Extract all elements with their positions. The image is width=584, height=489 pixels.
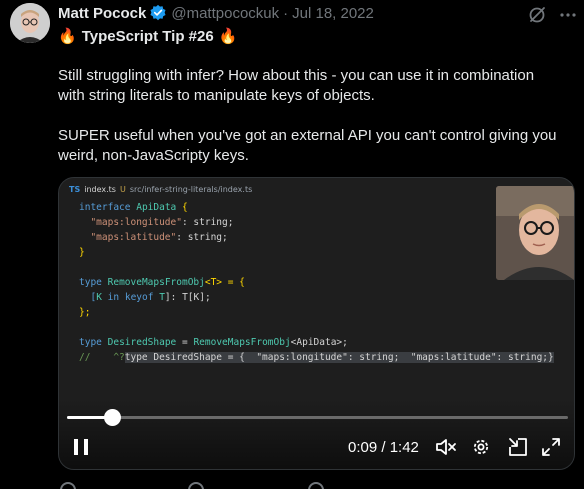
grok-icon[interactable]: [527, 5, 547, 25]
separator-dot: ·: [283, 4, 289, 22]
code-line: "maps:latitude": string;: [79, 230, 554, 245]
code-token: : string;: [181, 217, 234, 228]
code-line: // ^?type DesiredShape = { "maps:longitu…: [79, 350, 554, 365]
video-player[interactable]: TS index.ts U src/infer-string-literals/…: [58, 177, 575, 470]
code-token: RemoveMapsFromObj: [193, 337, 291, 348]
code-block: interface ApiData { "maps:longitude": st…: [79, 200, 554, 365]
code-token: K: [96, 292, 102, 303]
code-line: };: [79, 305, 554, 320]
editor-tab: TS index.ts U src/infer-string-literals/…: [69, 185, 252, 194]
code-line: "maps:longitude": string;: [79, 215, 554, 230]
code-line: type DesiredShape = RemoveMapsFromObj<Ap…: [79, 335, 554, 350]
code-token: "maps:longitude": [90, 217, 182, 228]
code-token: };: [79, 307, 91, 318]
ts-file-icon: TS: [69, 185, 81, 194]
code-token: interface: [79, 202, 131, 213]
tweet[interactable]: Matt Pocock @mattpocockuk · Jul 18, 2022…: [0, 0, 584, 489]
fullscreen-button[interactable]: [541, 436, 561, 458]
editor-tab-path: src/infer-string-literals/index.ts: [129, 185, 253, 194]
editor-tab-status: U: [119, 185, 126, 194]
code-token: type: [79, 337, 102, 348]
code-token: }: [79, 247, 85, 258]
editor-tab-filename: index.ts: [84, 185, 116, 194]
code-token: =: [176, 337, 194, 348]
paragraph-1-line-2: with string literals to manipulate keys …: [58, 87, 375, 104]
code-token: // ^?: [79, 352, 125, 363]
tweet-header: Matt Pocock @mattpocockuk · Jul 18, 2022: [58, 3, 374, 23]
tweet-actions: [58, 482, 558, 489]
paragraph-2-line-2: weird, non-JavaScripty keys.: [58, 147, 249, 164]
code-token: RemoveMapsFromObj: [107, 277, 205, 288]
retweet-icon[interactable]: [188, 482, 204, 489]
code-token: in: [107, 292, 120, 303]
video-time: 0:09 / 1:42: [348, 438, 419, 456]
paragraph-1-line-1: Still struggling with infer? How about t…: [58, 67, 535, 84]
code-token: ]: T[K];: [164, 292, 211, 303]
picture-in-picture-icon: [509, 438, 527, 456]
code-line: [K in keyof T]: T[K];: [79, 290, 554, 305]
like-icon[interactable]: [308, 482, 324, 489]
code-token: <ApiData>;: [290, 337, 348, 348]
tweet-date[interactable]: Jul 18, 2022: [292, 5, 374, 22]
code-hover-text: type DesiredShape = { "maps:longitude": …: [124, 352, 554, 363]
video-controls-shade: [59, 399, 574, 469]
title-text: TypeScript Tip #26: [81, 27, 214, 45]
code-token: DesiredShape: [107, 337, 177, 348]
code-token: ApiData: [136, 202, 177, 213]
gear-icon: [473, 439, 489, 455]
code-line: type RemoveMapsFromObj<T> = {: [79, 275, 554, 290]
fire-emoji-right: 🔥: [218, 28, 238, 45]
code-token: <T> = {: [204, 277, 245, 288]
pause-button[interactable]: [72, 436, 90, 458]
author-handle[interactable]: @mattpocockuk: [171, 5, 279, 22]
pip-button[interactable]: [507, 436, 529, 458]
pause-icon: [74, 439, 88, 455]
fire-emoji-left: 🔥: [58, 28, 77, 45]
code-line: }: [79, 245, 554, 260]
mute-button[interactable]: [435, 436, 457, 458]
code-line: interface ApiData {: [79, 200, 554, 215]
paragraph-2-line-1: SUPER useful when you've got an external…: [58, 127, 557, 144]
code-token: {: [182, 202, 188, 213]
code-token: : string;: [176, 232, 228, 243]
progress-bar[interactable]: [67, 416, 568, 419]
fullscreen-icon: [542, 438, 560, 456]
code-token: type: [79, 277, 102, 288]
author-name[interactable]: Matt Pocock: [58, 5, 146, 22]
speaker-muted-icon: [436, 439, 456, 455]
webcam-overlay: [496, 186, 574, 280]
progress-scrubber[interactable]: [103, 409, 121, 426]
tweet-paragraph-1: Still struggling with infer? How about t…: [58, 66, 534, 106]
tweet-paragraph-2: SUPER useful when you've got an external…: [58, 126, 557, 166]
avatar[interactable]: [10, 3, 50, 43]
code-token: "maps:latitude": [90, 232, 177, 243]
settings-button[interactable]: [471, 436, 491, 458]
code-token: keyof: [124, 292, 154, 303]
tweet-title: 🔥 TypeScript Tip #26 🔥: [58, 27, 238, 46]
verified-badge-icon: [149, 4, 167, 22]
more-icon[interactable]: [558, 5, 578, 25]
reply-icon[interactable]: [60, 482, 76, 489]
